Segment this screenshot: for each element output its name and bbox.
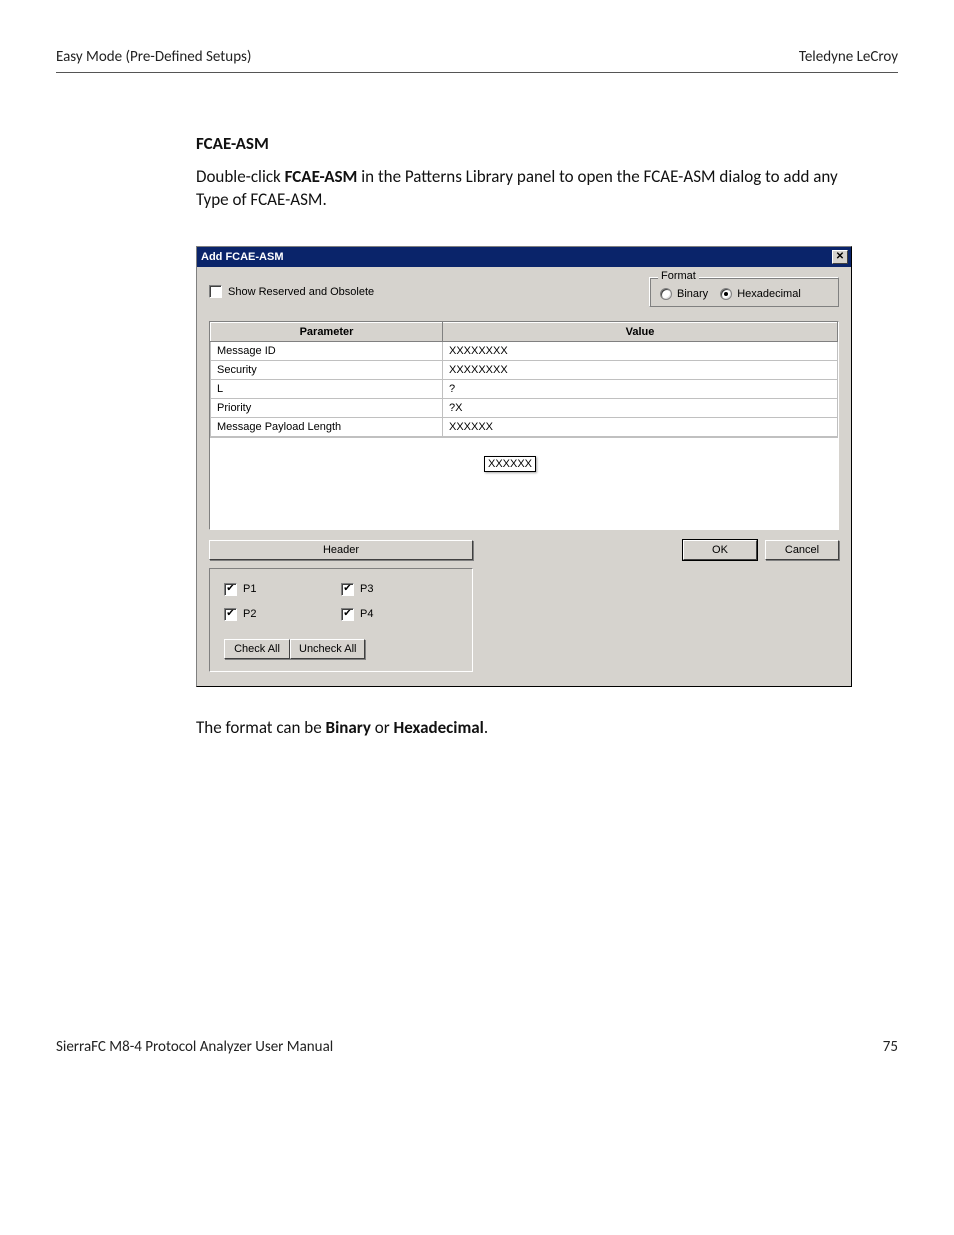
section-intro: Double-click FCAE-ASM in the Patterns Li… [196, 166, 868, 212]
col-value[interactable]: Value [443, 322, 838, 341]
ports-panel: ✔ P1 ✔ P3 ✔ P2 [209, 568, 473, 672]
section-title: FCAE-ASM [196, 133, 868, 154]
port-p2-checkbox[interactable]: ✔ P2 [224, 608, 341, 621]
cancel-button[interactable]: Cancel [765, 540, 839, 560]
footer-page-number: 75 [883, 1038, 898, 1056]
format-binary-label: Binary [677, 288, 708, 300]
table-row[interactable]: Message ID XXXXXXXX [211, 341, 838, 360]
radio-icon [720, 288, 732, 300]
page-header: Easy Mode (Pre-Defined Setups) Teledyne … [56, 48, 898, 73]
port-p3-checkbox[interactable]: ✔ P3 [341, 583, 458, 596]
format-legend: Format [658, 270, 699, 282]
checkbox-icon: ✔ [224, 583, 237, 596]
value-editor-area: XXXXXX [210, 437, 838, 529]
footer-left: SierraFC M8-4 Protocol Analyzer User Man… [56, 1038, 333, 1056]
checkbox-icon: ✔ [341, 608, 354, 621]
port-p4-checkbox[interactable]: ✔ P4 [341, 608, 458, 621]
uncheck-all-button[interactable]: Uncheck All [290, 639, 365, 659]
show-reserved-checkbox[interactable]: Show Reserved and Obsolete [209, 285, 374, 298]
format-hex-radio[interactable]: Hexadecimal [720, 288, 801, 300]
radio-icon [660, 288, 672, 300]
format-caption: The format can be Binary or Hexadecimal. [196, 717, 868, 738]
check-all-button[interactable]: Check All [224, 639, 290, 659]
close-icon: ✕ [836, 252, 844, 262]
header-left: Easy Mode (Pre-Defined Setups) [56, 48, 251, 66]
col-parameter[interactable]: Parameter [211, 322, 443, 341]
dialog-title: Add FCAE-ASM [201, 251, 284, 263]
table-row[interactable]: L ? [211, 379, 838, 398]
table-row[interactable]: Security XXXXXXXX [211, 360, 838, 379]
ok-button[interactable]: OK [683, 540, 757, 560]
header-right: Teledyne LeCroy [799, 48, 898, 66]
checkbox-icon: ✔ [224, 608, 237, 621]
page-footer: SierraFC M8-4 Protocol Analyzer User Man… [56, 1038, 898, 1056]
checkbox-icon: ✔ [341, 583, 354, 596]
show-reserved-label: Show Reserved and Obsolete [228, 286, 374, 298]
parameter-table: Parameter Value Message ID XXXXXXXX Secu… [210, 322, 838, 437]
format-hex-label: Hexadecimal [737, 288, 801, 300]
close-button[interactable]: ✕ [832, 250, 848, 264]
format-binary-radio[interactable]: Binary [660, 288, 708, 300]
port-p1-checkbox[interactable]: ✔ P1 [224, 583, 341, 596]
checkbox-icon [209, 285, 222, 298]
table-row[interactable]: Message Payload Length XXXXXX [211, 417, 838, 436]
table-row[interactable]: Priority ?X [211, 398, 838, 417]
value-editor-input[interactable]: XXXXXX [484, 456, 536, 472]
format-group: Format Binary Hexadecimal [649, 277, 839, 307]
dialog-titlebar: Add FCAE-ASM ✕ [197, 247, 851, 267]
header-button[interactable]: Header [209, 540, 473, 560]
add-fcae-asm-dialog: Add FCAE-ASM ✕ Show Reserved and Obsolet… [196, 246, 852, 687]
